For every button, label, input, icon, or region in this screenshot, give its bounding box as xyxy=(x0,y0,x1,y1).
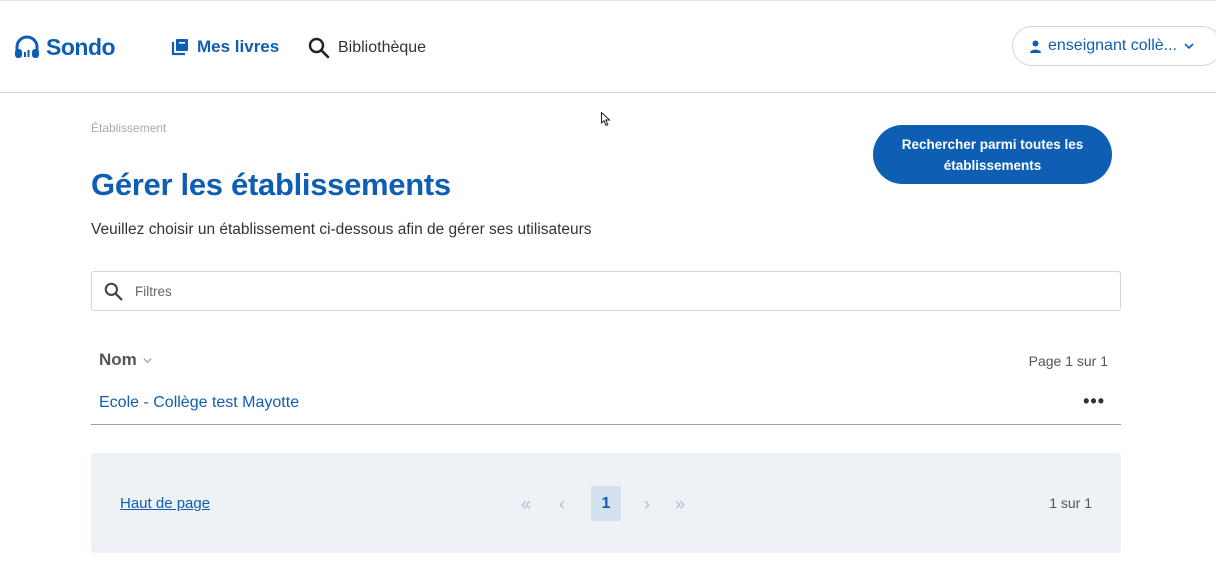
column-header-label: Nom xyxy=(99,350,137,369)
page-info: Page 1 sur 1 xyxy=(1028,353,1108,369)
search-icon xyxy=(104,282,123,300)
nav-mes-livres[interactable]: Mes livres xyxy=(171,37,279,57)
more-options-button[interactable]: ••• xyxy=(1083,391,1105,412)
table-row: Ecole - Collège test Mayotte ••• xyxy=(91,383,1121,425)
last-page-button[interactable]: » xyxy=(675,487,685,521)
chevron-down-icon xyxy=(143,357,152,363)
search-all-establishments-button[interactable]: Rechercher parmi toutes les établissemen… xyxy=(873,125,1112,184)
books-icon xyxy=(171,39,188,56)
headphones-icon xyxy=(15,35,39,58)
top-navbar: Sondo Mes livres Bibliothèque enseignant… xyxy=(0,1,1216,93)
user-name: enseignant collè... xyxy=(1048,37,1177,54)
sondo-logo[interactable]: Sondo xyxy=(14,33,116,61)
pager-info: 1 sur 1 xyxy=(1049,495,1092,511)
previous-page-button[interactable]: ‹ xyxy=(559,487,565,521)
next-page-button[interactable]: › xyxy=(644,487,650,521)
user-menu-button[interactable]: enseignant collè... xyxy=(1012,26,1216,66)
person-icon xyxy=(1030,40,1041,53)
search-icon xyxy=(308,37,330,59)
current-page-indicator[interactable]: 1 xyxy=(591,486,621,521)
breadcrumb: Établissement xyxy=(91,121,167,135)
nav-bibliotheque-label: Bibliothèque xyxy=(338,39,427,56)
back-to-top-link[interactable]: Haut de page xyxy=(120,495,210,512)
mouse-pointer-icon xyxy=(601,112,611,127)
page-subtitle: Veuillez choisir un établissement ci-des… xyxy=(91,221,592,238)
nav-mes-livres-label: Mes livres xyxy=(197,37,280,56)
pagination-bar: Haut de page « ‹ 1 › » 1 sur 1 xyxy=(91,453,1121,553)
establishment-link[interactable]: Ecole - Collège test Mayotte xyxy=(99,394,299,412)
column-header-nom[interactable]: Nom xyxy=(99,350,153,370)
nav-bibliotheque[interactable]: Bibliothèque xyxy=(308,37,426,59)
filter-field[interactable] xyxy=(91,271,1121,311)
first-page-button[interactable]: « xyxy=(521,487,531,521)
chevron-down-icon xyxy=(1184,43,1194,50)
page-title: Gérer les établissements xyxy=(91,167,451,202)
logo-text: Sondo xyxy=(46,33,116,60)
filter-input[interactable] xyxy=(133,282,1097,300)
